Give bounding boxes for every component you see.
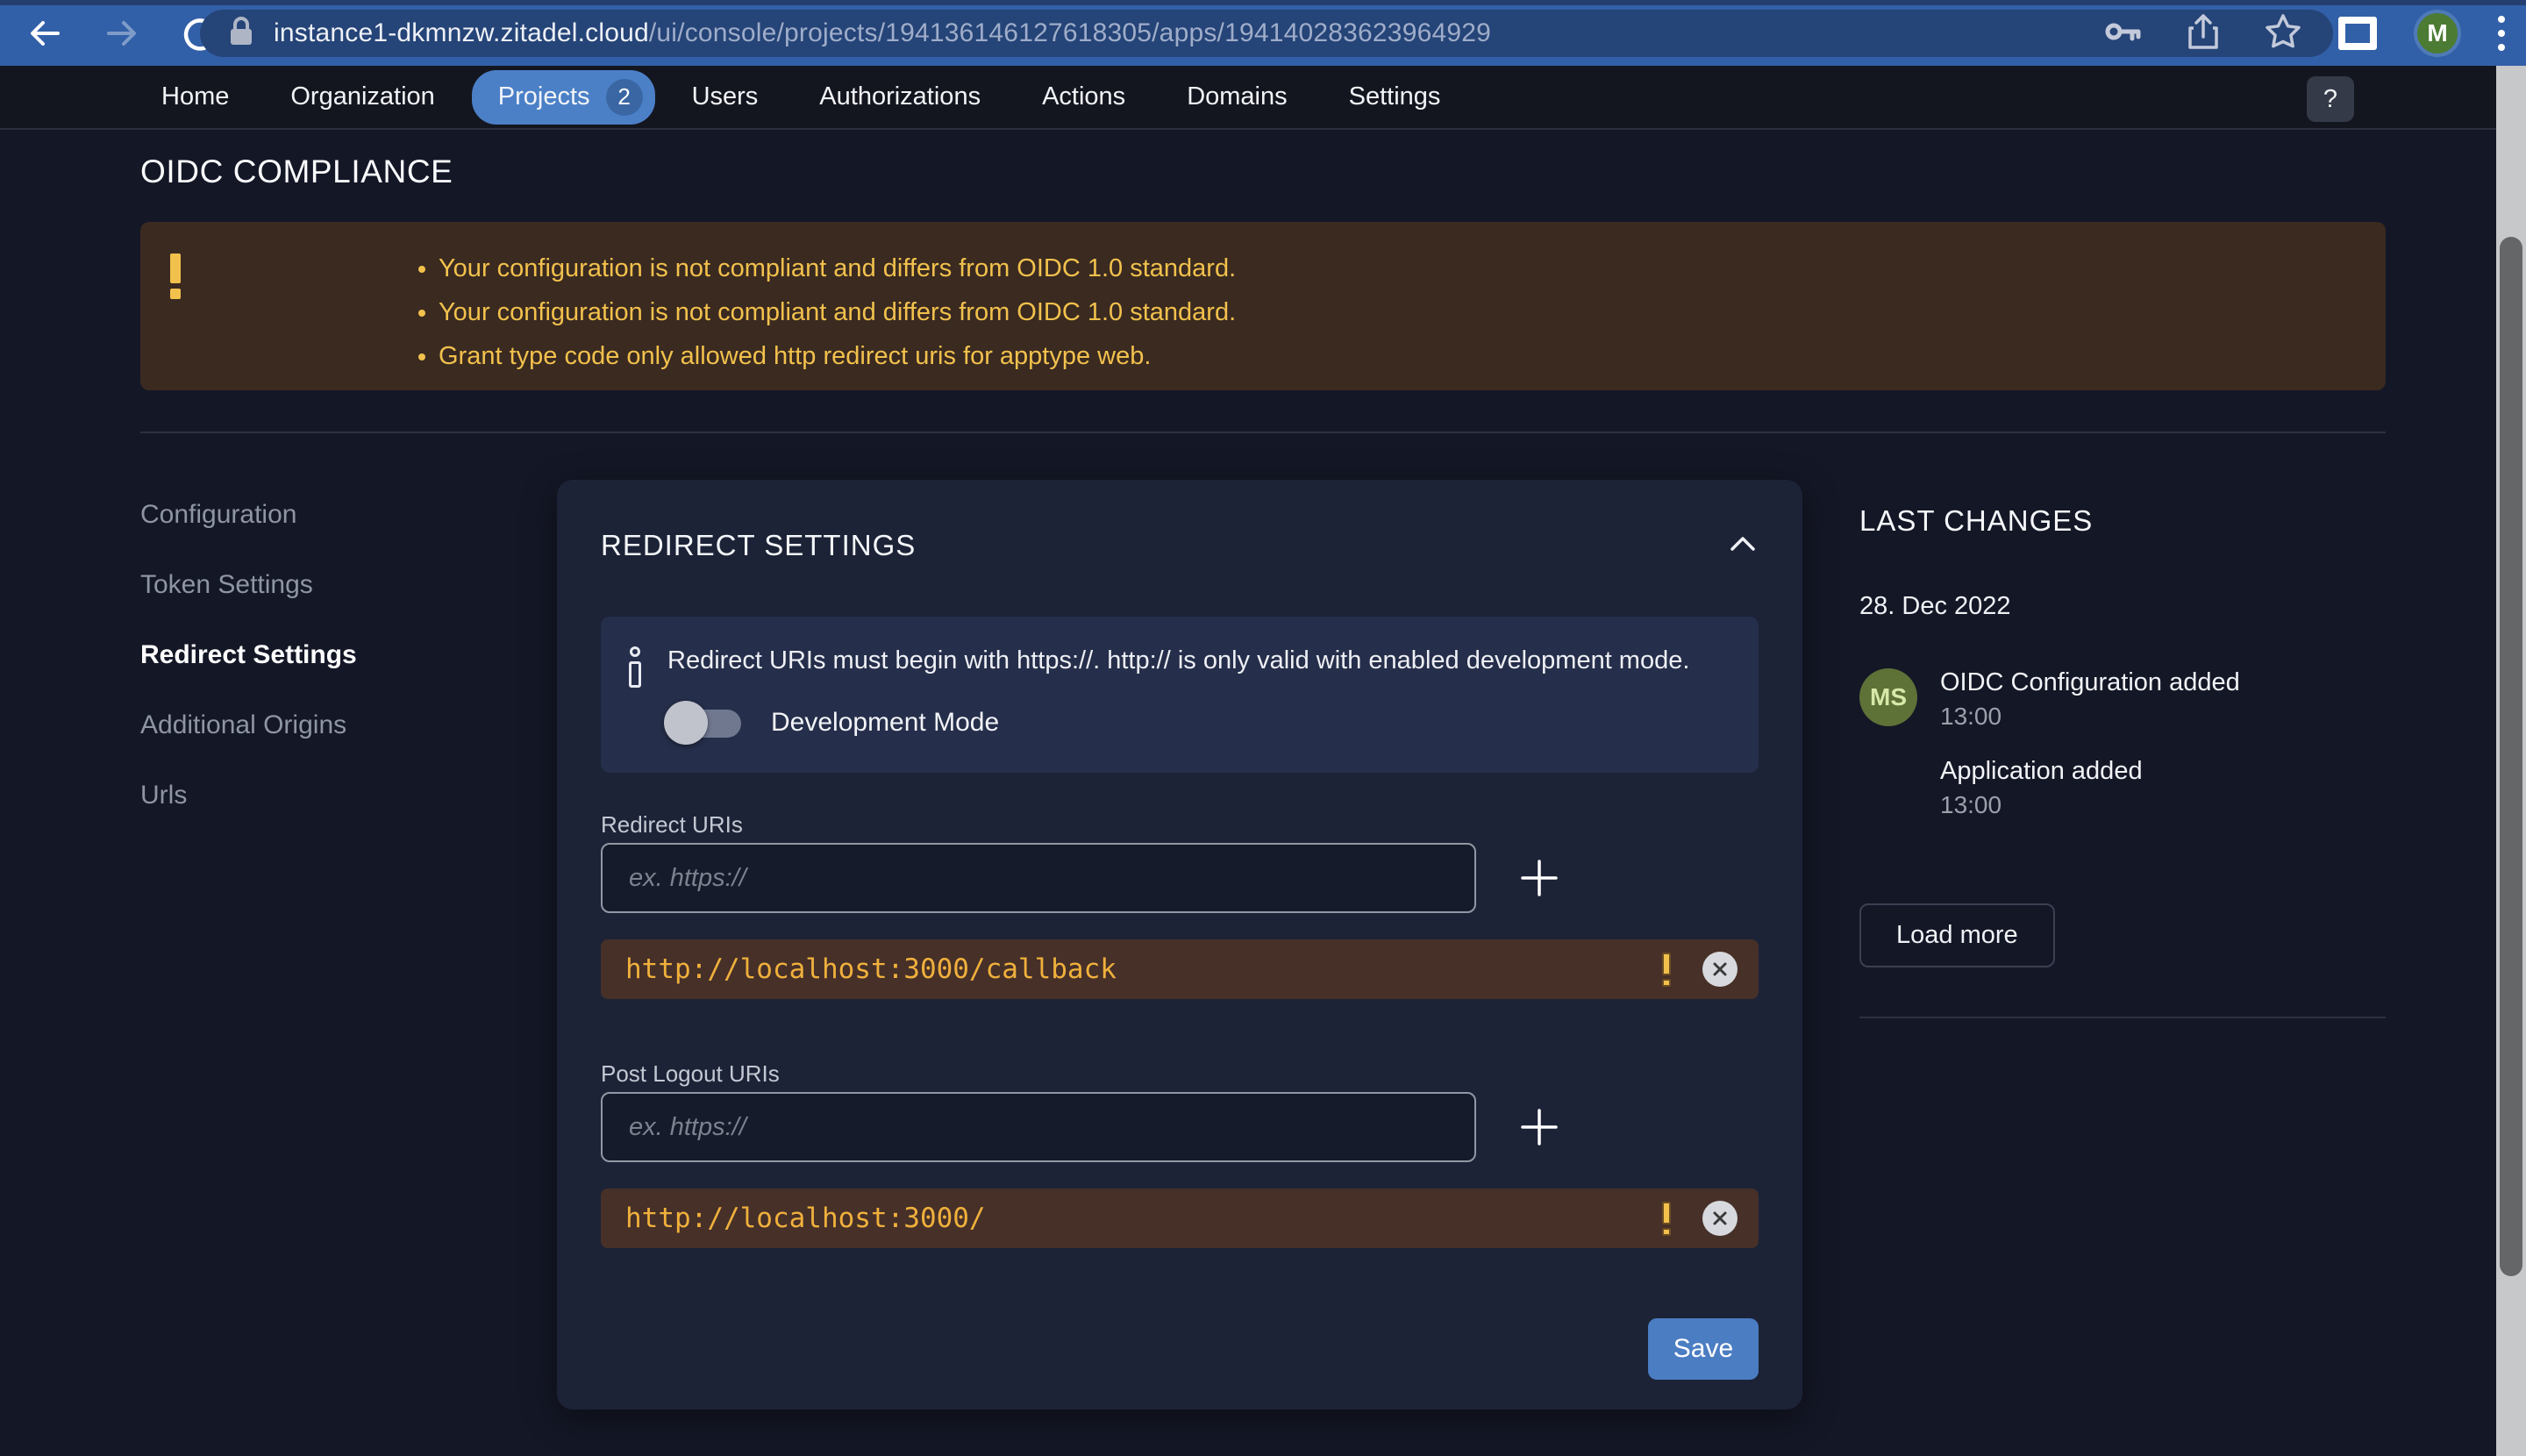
compliance-warning-item: Your configuration is not compliant and … [439, 246, 1236, 290]
subnav-item-additional-origins[interactable]: Additional Origins [140, 710, 357, 740]
event-time: 13:00 [1940, 791, 2002, 818]
tab-projects-label: Projects [497, 82, 590, 111]
remove-redirect-uri-button[interactable] [1702, 952, 1738, 987]
load-more-button[interactable]: Load more [1859, 903, 2055, 967]
tab-home[interactable]: Home [137, 72, 253, 122]
lock-icon [228, 16, 254, 52]
change-event: Application added 13:00 [1940, 757, 2240, 819]
last-changes-title: LAST CHANGES [1859, 504, 2094, 537]
collapse-chevron-icon[interactable] [1727, 533, 1759, 559]
tab-projects[interactable]: Projects 2 [471, 69, 655, 125]
share-icon[interactable] [2187, 13, 2219, 54]
compliance-warning-item: Your configuration is not compliant and … [439, 290, 1236, 334]
tab-actions[interactable]: Actions [1017, 72, 1150, 122]
add-redirect-uri-button[interactable] [1513, 852, 1566, 904]
user-avatar: MS [1859, 668, 1917, 726]
redirect-uri-input[interactable] [601, 843, 1476, 913]
compliance-warning-box: Your configuration is not compliant and … [140, 222, 2386, 390]
browser-toolbar: instance1-dkmnzw.zitadel.cloud/ui/consol… [0, 0, 2526, 66]
app-nav: Home Organization Projects 2 Users Autho… [0, 66, 2526, 130]
development-mode-toggle[interactable] [664, 701, 741, 745]
changes-date: 28. Dec 2022 [1859, 592, 2011, 620]
subnav-item-redirect-settings[interactable]: Redirect Settings [140, 640, 357, 670]
bookmark-star-icon[interactable] [2265, 13, 2301, 54]
post-logout-uri-chip: http://localhost:3000/ [601, 1188, 1759, 1248]
dev-mode-info-box: Redirect URIs must begin with https://. … [601, 617, 1759, 773]
post-logout-uri-value: http://localhost:3000/ [625, 1203, 986, 1234]
save-button[interactable]: Save [1648, 1318, 1759, 1380]
window-top-edge [0, 0, 2526, 5]
warning-icon [168, 253, 182, 299]
event-label: Application added [1940, 757, 2143, 785]
url-path: /ui/console/projects/194136146127618305/… [648, 18, 1491, 47]
event-label: OIDC Configuration added [1940, 668, 2240, 696]
browser-profile-avatar[interactable]: M [2414, 9, 2461, 57]
dev-mode-info-text: Redirect URIs must begin with https://. … [667, 646, 1690, 674]
subnav-item-configuration[interactable]: Configuration [140, 500, 357, 530]
settings-subnav: Configuration Token Settings Redirect Se… [140, 500, 357, 810]
tab-settings[interactable]: Settings [1324, 72, 1466, 122]
screen: instance1-dkmnzw.zitadel.cloud/ui/consol… [0, 0, 2526, 1456]
scrollbar-thumb[interactable] [2500, 237, 2522, 1276]
redirect-uri-value: http://localhost:3000/callback [625, 953, 1117, 985]
card-title: REDIRECT SETTINGS [601, 529, 917, 561]
password-key-icon[interactable] [2105, 18, 2142, 49]
redirect-uri-chip: http://localhost:3000/callback [601, 939, 1759, 999]
section-divider [140, 432, 2386, 433]
subnav-item-urls[interactable]: Urls [140, 781, 357, 810]
event-time: 13:00 [1940, 703, 2002, 730]
forward-icon[interactable] [103, 15, 140, 52]
url-host: instance1-dkmnzw.zitadel.cloud [274, 18, 649, 47]
tab-authorizations[interactable]: Authorizations [795, 72, 1005, 122]
development-mode-label: Development Mode [771, 708, 1000, 737]
side-panel-icon[interactable] [2338, 16, 2377, 50]
back-icon[interactable] [26, 15, 63, 52]
subnav-item-token-settings[interactable]: Token Settings [140, 570, 357, 600]
scrollbar-track[interactable] [2496, 66, 2526, 1456]
remove-post-logout-uri-button[interactable] [1702, 1201, 1738, 1236]
tab-organization[interactable]: Organization [266, 72, 459, 122]
changes-divider [1859, 1017, 2386, 1018]
uri-warning-icon [1662, 1201, 1671, 1236]
add-post-logout-uri-button[interactable] [1513, 1101, 1566, 1153]
redirect-uris-label: Redirect URIs [601, 811, 743, 838]
compliance-warning-item: Grant type code only allowed http redire… [439, 334, 1236, 378]
url-text: instance1-dkmnzw.zitadel.cloud/ui/consol… [274, 18, 1491, 48]
last-changes-panel: LAST CHANGES 28. Dec 2022 MS OIDC Config… [1859, 504, 2386, 1018]
post-logout-uri-input[interactable] [601, 1092, 1476, 1162]
change-event: OIDC Configuration added 13:00 [1940, 668, 2240, 731]
address-bar[interactable]: instance1-dkmnzw.zitadel.cloud/ui/consol… [200, 10, 2333, 57]
uri-warning-icon [1662, 952, 1671, 987]
projects-count-badge: 2 [605, 78, 643, 116]
oidc-compliance-title: OIDC COMPLIANCE [140, 153, 453, 189]
post-logout-uris-label: Post Logout URIs [601, 1060, 780, 1087]
redirect-settings-card: REDIRECT SETTINGS Redirect URIs must beg… [557, 480, 1802, 1410]
browser-menu-icon[interactable] [2498, 15, 2505, 51]
tab-users[interactable]: Users [667, 72, 783, 122]
tab-domains[interactable]: Domains [1162, 72, 1311, 122]
info-icon [627, 646, 643, 688]
help-button[interactable]: ? [2307, 76, 2354, 122]
